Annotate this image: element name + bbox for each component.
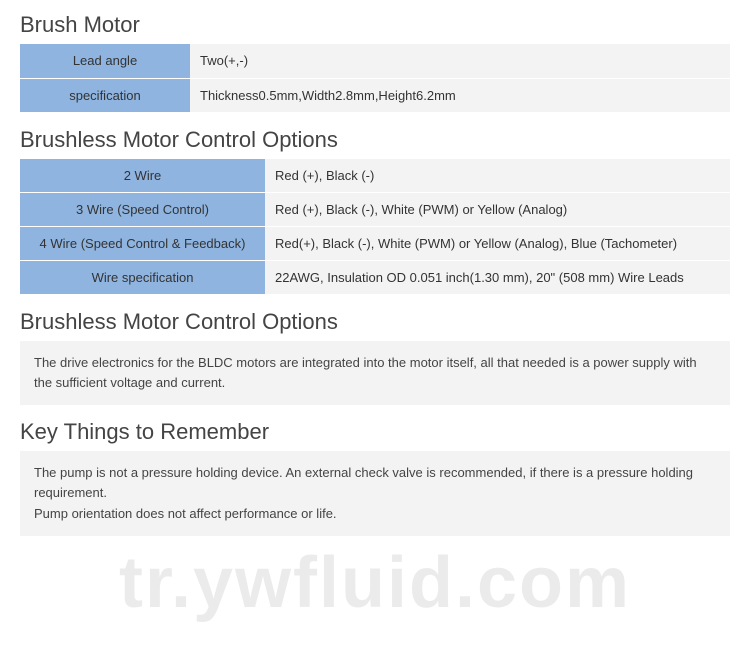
table-row: 2 Wire Red (+), Black (-): [20, 159, 730, 193]
spec-value: Two(+,-): [190, 44, 730, 78]
spec-label: specification: [20, 78, 190, 112]
table-row: Wire specification 22AWG, Insulation OD …: [20, 261, 730, 295]
spec-label: Wire specification: [20, 261, 265, 295]
section-title-key-things: Key Things to Remember: [20, 419, 730, 445]
table-row: specification Thickness0.5mm,Width2.8mm,…: [20, 78, 730, 112]
spec-label: Lead angle: [20, 44, 190, 78]
spec-label: 2 Wire: [20, 159, 265, 193]
brushless-options-table: 2 Wire Red (+), Black (-) 3 Wire (Speed …: [20, 159, 730, 296]
spec-value: Red (+), Black (-), White (PWM) or Yello…: [265, 193, 730, 227]
spec-value: Red (+), Black (-): [265, 159, 730, 193]
spec-value: Thickness0.5mm,Width2.8mm,Height6.2mm: [190, 78, 730, 112]
key-things-line: The pump is not a pressure holding devic…: [34, 463, 716, 503]
spec-label: 3 Wire (Speed Control): [20, 193, 265, 227]
table-row: Lead angle Two(+,-): [20, 44, 730, 78]
table-row: 4 Wire (Speed Control & Feedback) Red(+)…: [20, 227, 730, 261]
brushless-desc-text: The drive electronics for the BLDC motor…: [20, 341, 730, 405]
key-things-line: Pump orientation does not affect perform…: [34, 504, 716, 524]
watermark-text: tr.ywfluid.com: [119, 542, 631, 624]
table-row: 3 Wire (Speed Control) Red (+), Black (-…: [20, 193, 730, 227]
key-things-text: The pump is not a pressure holding devic…: [20, 451, 730, 535]
section-title-brushless-options: Brushless Motor Control Options: [20, 127, 730, 153]
spec-label: 4 Wire (Speed Control & Feedback): [20, 227, 265, 261]
section-title-brush-motor: Brush Motor: [20, 12, 730, 38]
section-title-brushless-desc: Brushless Motor Control Options: [20, 309, 730, 335]
brush-motor-table: Lead angle Two(+,-) specification Thickn…: [20, 44, 730, 113]
spec-value: Red(+), Black (-), White (PWM) or Yellow…: [265, 227, 730, 261]
spec-value: 22AWG, Insulation OD 0.051 inch(1.30 mm)…: [265, 261, 730, 295]
